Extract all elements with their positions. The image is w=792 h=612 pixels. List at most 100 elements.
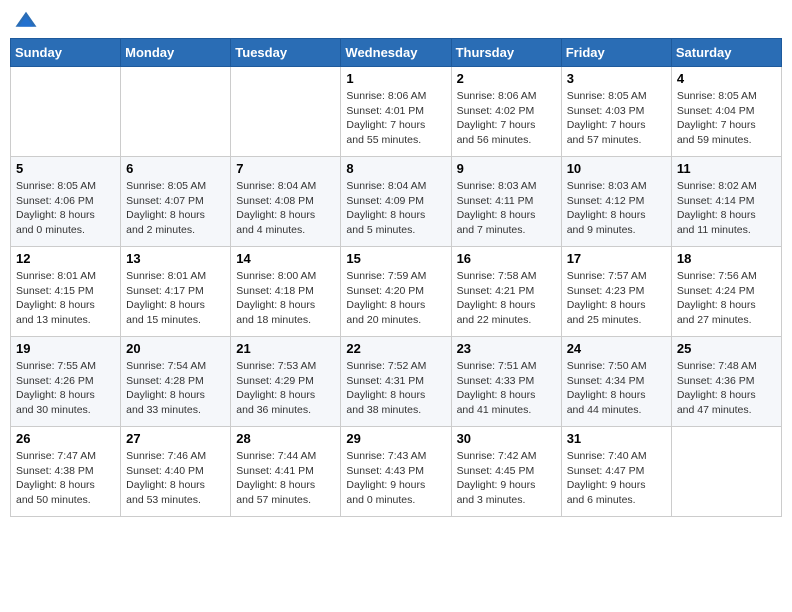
day-number: 13	[126, 251, 225, 266]
calendar-day-24: 24 Sunrise: 7:50 AM Sunset: 4:34 PM Dayli…	[561, 337, 671, 427]
day-info: Sunrise: 8:04 AM Sunset: 4:09 PM Dayligh…	[346, 179, 445, 238]
day-info: Sunrise: 7:57 AM Sunset: 4:23 PM Dayligh…	[567, 269, 666, 328]
calendar-day-2: 2 Sunrise: 8:06 AM Sunset: 4:02 PM Daylig…	[451, 67, 561, 157]
weekday-header-friday: Friday	[561, 39, 671, 67]
day-info: Sunrise: 8:06 AM Sunset: 4:01 PM Dayligh…	[346, 89, 445, 148]
weekday-header-saturday: Saturday	[671, 39, 781, 67]
calendar-day-12: 12Sunrise: 8:01 AM Sunset: 4:15 PM Dayli…	[11, 247, 121, 337]
calendar-week-row: 5 Sunrise: 8:05 AM Sunset: 4:06 PM Daylig…	[11, 157, 782, 247]
day-info: Sunrise: 7:53 AM Sunset: 4:29 PM Dayligh…	[236, 359, 335, 418]
day-number: 12	[16, 251, 115, 266]
day-number: 23	[457, 341, 556, 356]
day-info: Sunrise: 7:46 AM Sunset: 4:40 PM Dayligh…	[126, 449, 225, 508]
calendar-day-27: 27 Sunrise: 7:46 AM Sunset: 4:40 PM Dayli…	[121, 427, 231, 517]
calendar-day-13: 13Sunrise: 8:01 AM Sunset: 4:17 PM Dayli…	[121, 247, 231, 337]
day-info: Sunrise: 7:55 AM Sunset: 4:26 PM Dayligh…	[16, 359, 115, 418]
calendar-day-7: 7 Sunrise: 8:04 AM Sunset: 4:08 PM Daylig…	[231, 157, 341, 247]
calendar-day-4: 4 Sunrise: 8:05 AM Sunset: 4:04 PM Daylig…	[671, 67, 781, 157]
empty-day-cell	[121, 67, 231, 157]
day-info: Sunrise: 7:58 AM Sunset: 4:21 PM Dayligh…	[457, 269, 556, 328]
calendar-day-3: 3 Sunrise: 8:05 AM Sunset: 4:03 PM Daylig…	[561, 67, 671, 157]
calendar-day-21: 21Sunrise: 7:53 AM Sunset: 4:29 PM Dayli…	[231, 337, 341, 427]
weekday-header-tuesday: Tuesday	[231, 39, 341, 67]
day-info: Sunrise: 8:06 AM Sunset: 4:02 PM Dayligh…	[457, 89, 556, 148]
day-number: 10	[567, 161, 666, 176]
day-number: 2	[457, 71, 556, 86]
weekday-header-row: SundayMondayTuesdayWednesdayThursdayFrid…	[11, 39, 782, 67]
day-info: Sunrise: 8:05 AM Sunset: 4:04 PM Dayligh…	[677, 89, 776, 148]
day-info: Sunrise: 8:02 AM Sunset: 4:14 PM Dayligh…	[677, 179, 776, 238]
day-number: 19	[16, 341, 115, 356]
logo	[14, 10, 42, 30]
day-number: 6	[126, 161, 225, 176]
day-info: Sunrise: 7:56 AM Sunset: 4:24 PM Dayligh…	[677, 269, 776, 328]
calendar-week-row: 19 Sunrise: 7:55 AM Sunset: 4:26 PM Dayli…	[11, 337, 782, 427]
day-number: 20	[126, 341, 225, 356]
day-number: 1	[346, 71, 445, 86]
calendar-day-25: 25Sunrise: 7:48 AM Sunset: 4:36 PM Dayli…	[671, 337, 781, 427]
calendar-day-28: 28 Sunrise: 7:44 AM Sunset: 4:41 PM Dayli…	[231, 427, 341, 517]
weekday-header-thursday: Thursday	[451, 39, 561, 67]
day-number: 28	[236, 431, 335, 446]
calendar-day-31: 31Sunrise: 7:40 AM Sunset: 4:47 PM Dayli…	[561, 427, 671, 517]
day-number: 16	[457, 251, 556, 266]
calendar-table: SundayMondayTuesdayWednesdayThursdayFrid…	[10, 38, 782, 517]
calendar-day-14: 14Sunrise: 8:00 AM Sunset: 4:18 PM Dayli…	[231, 247, 341, 337]
day-info: Sunrise: 7:48 AM Sunset: 4:36 PM Dayligh…	[677, 359, 776, 418]
day-number: 27	[126, 431, 225, 446]
calendar-day-23: 23 Sunrise: 7:51 AM Sunset: 4:33 PM Dayli…	[451, 337, 561, 427]
calendar-day-22: 22Sunrise: 7:52 AM Sunset: 4:31 PM Dayli…	[341, 337, 451, 427]
day-number: 9	[457, 161, 556, 176]
calendar-week-row: 12Sunrise: 8:01 AM Sunset: 4:15 PM Dayli…	[11, 247, 782, 337]
calendar-day-26: 26Sunrise: 7:47 AM Sunset: 4:38 PM Dayli…	[11, 427, 121, 517]
empty-day-cell	[671, 427, 781, 517]
day-info: Sunrise: 8:03 AM Sunset: 4:11 PM Dayligh…	[457, 179, 556, 238]
day-number: 5	[16, 161, 115, 176]
day-number: 22	[346, 341, 445, 356]
calendar-day-5: 5 Sunrise: 8:05 AM Sunset: 4:06 PM Daylig…	[11, 157, 121, 247]
day-number: 30	[457, 431, 556, 446]
day-info: Sunrise: 8:05 AM Sunset: 4:07 PM Dayligh…	[126, 179, 225, 238]
day-info: Sunrise: 7:44 AM Sunset: 4:41 PM Dayligh…	[236, 449, 335, 508]
weekday-header-monday: Monday	[121, 39, 231, 67]
calendar-day-16: 16 Sunrise: 7:58 AM Sunset: 4:21 PM Dayli…	[451, 247, 561, 337]
day-info: Sunrise: 8:05 AM Sunset: 4:06 PM Dayligh…	[16, 179, 115, 238]
day-info: Sunrise: 7:43 AM Sunset: 4:43 PM Dayligh…	[346, 449, 445, 508]
calendar-day-10: 10 Sunrise: 8:03 AM Sunset: 4:12 PM Dayli…	[561, 157, 671, 247]
calendar-day-18: 18 Sunrise: 7:56 AM Sunset: 4:24 PM Dayli…	[671, 247, 781, 337]
day-info: Sunrise: 8:03 AM Sunset: 4:12 PM Dayligh…	[567, 179, 666, 238]
calendar-day-29: 29 Sunrise: 7:43 AM Sunset: 4:43 PM Dayli…	[341, 427, 451, 517]
empty-day-cell	[231, 67, 341, 157]
day-number: 17	[567, 251, 666, 266]
day-info: Sunrise: 8:00 AM Sunset: 4:18 PM Dayligh…	[236, 269, 335, 328]
calendar-day-9: 9 Sunrise: 8:03 AM Sunset: 4:11 PM Daylig…	[451, 157, 561, 247]
day-number: 29	[346, 431, 445, 446]
day-number: 18	[677, 251, 776, 266]
day-info: Sunrise: 7:40 AM Sunset: 4:47 PM Dayligh…	[567, 449, 666, 508]
calendar-day-8: 8 Sunrise: 8:04 AM Sunset: 4:09 PM Daylig…	[341, 157, 451, 247]
calendar-day-17: 17 Sunrise: 7:57 AM Sunset: 4:23 PM Dayli…	[561, 247, 671, 337]
day-number: 7	[236, 161, 335, 176]
day-number: 15	[346, 251, 445, 266]
weekday-header-sunday: Sunday	[11, 39, 121, 67]
calendar-day-11: 11 Sunrise: 8:02 AM Sunset: 4:14 PM Dayli…	[671, 157, 781, 247]
day-info: Sunrise: 8:05 AM Sunset: 4:03 PM Dayligh…	[567, 89, 666, 148]
empty-day-cell	[11, 67, 121, 157]
calendar-day-19: 19 Sunrise: 7:55 AM Sunset: 4:26 PM Dayli…	[11, 337, 121, 427]
day-info: Sunrise: 7:50 AM Sunset: 4:34 PM Dayligh…	[567, 359, 666, 418]
calendar-day-1: 1 Sunrise: 8:06 AM Sunset: 4:01 PM Daylig…	[341, 67, 451, 157]
day-number: 11	[677, 161, 776, 176]
day-info: Sunrise: 7:51 AM Sunset: 4:33 PM Dayligh…	[457, 359, 556, 418]
day-number: 4	[677, 71, 776, 86]
day-number: 24	[567, 341, 666, 356]
day-info: Sunrise: 7:47 AM Sunset: 4:38 PM Dayligh…	[16, 449, 115, 508]
calendar-week-row: 26Sunrise: 7:47 AM Sunset: 4:38 PM Dayli…	[11, 427, 782, 517]
day-number: 3	[567, 71, 666, 86]
logo-icon	[14, 10, 38, 30]
day-info: Sunrise: 7:42 AM Sunset: 4:45 PM Dayligh…	[457, 449, 556, 508]
day-info: Sunrise: 7:54 AM Sunset: 4:28 PM Dayligh…	[126, 359, 225, 418]
calendar-day-30: 30 Sunrise: 7:42 AM Sunset: 4:45 PM Dayli…	[451, 427, 561, 517]
day-info: Sunrise: 7:59 AM Sunset: 4:20 PM Dayligh…	[346, 269, 445, 328]
day-number: 8	[346, 161, 445, 176]
day-info: Sunrise: 8:04 AM Sunset: 4:08 PM Dayligh…	[236, 179, 335, 238]
